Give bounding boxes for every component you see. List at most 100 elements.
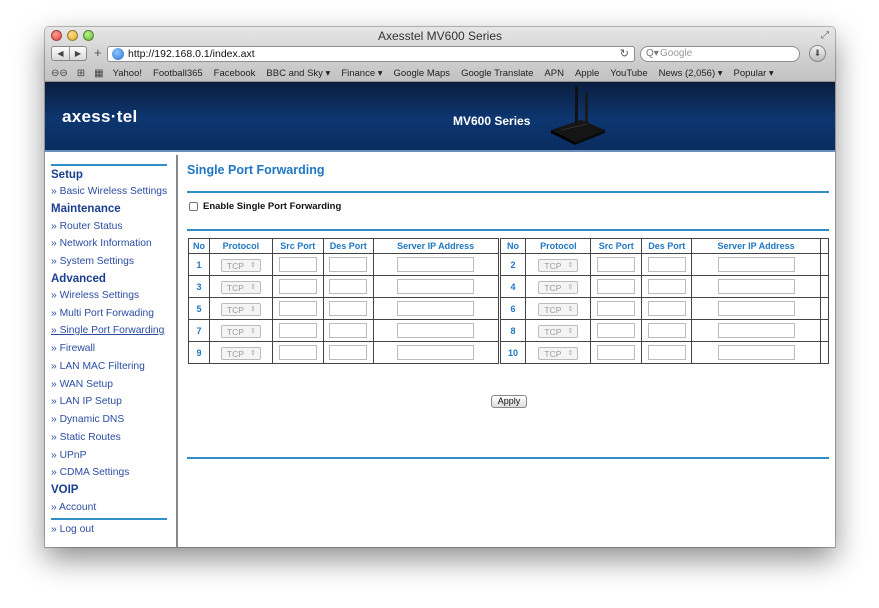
sidebar-item-static-routes[interactable]: » Static Routes bbox=[51, 432, 121, 443]
server-ip-input[interactable] bbox=[717, 256, 795, 272]
src-port-input[interactable] bbox=[278, 300, 317, 316]
sidebar-item-single-port[interactable]: » Single Port Forwarding bbox=[51, 325, 164, 336]
sidebar-item-logout[interactable]: » Log out bbox=[51, 524, 94, 535]
sidebar-item-wan-setup[interactable]: » WAN Setup bbox=[51, 379, 113, 390]
server-ip-input[interactable] bbox=[717, 278, 795, 294]
src-port-input[interactable] bbox=[597, 322, 636, 338]
bookmark-item[interactable]: BBC and Sky ▾ bbox=[266, 68, 330, 79]
des-port-input[interactable] bbox=[329, 300, 368, 316]
top-sites-grid-icon[interactable]: ▦ bbox=[94, 68, 103, 79]
src-port-input[interactable] bbox=[278, 344, 317, 360]
protocol-cell: TCP ⇕ bbox=[525, 253, 592, 276]
rule-number: 3 bbox=[188, 275, 210, 298]
protocol-select[interactable]: TCP ⇕ bbox=[538, 346, 579, 360]
protocol-value: TCP bbox=[226, 304, 244, 315]
back-icon[interactable]: ◀ bbox=[52, 47, 69, 60]
table-row: 7 TCP ⇕ 8 TCP ⇕ bbox=[188, 319, 830, 342]
protocol-select[interactable]: TCP ⇕ bbox=[538, 302, 579, 316]
sidebar-item-upnp[interactable]: » UPnP bbox=[51, 450, 87, 461]
src-port-input[interactable] bbox=[278, 322, 317, 338]
bookmark-item[interactable]: Popular ▾ bbox=[734, 68, 774, 79]
sidebar-item-wireless-settings[interactable]: » Wireless Settings bbox=[51, 290, 139, 301]
ip-cell bbox=[691, 275, 821, 298]
des-port-input[interactable] bbox=[329, 322, 368, 338]
address-bar[interactable]: http://192.168.0.1/index.axt ↻ bbox=[107, 46, 635, 62]
sidebar-item-account[interactable]: » Account bbox=[51, 502, 96, 513]
protocol-select[interactable]: TCP ⇕ bbox=[220, 280, 261, 294]
bookmark-item[interactable]: News (2,056) ▾ bbox=[659, 68, 723, 79]
bookmark-item[interactable]: APN bbox=[544, 68, 564, 79]
des-port-input[interactable] bbox=[647, 256, 686, 272]
sidebar-item-lan-ip[interactable]: » LAN IP Setup bbox=[51, 396, 122, 407]
sidebar-item-system-settings[interactable]: » System Settings bbox=[51, 256, 134, 267]
protocol-select[interactable]: TCP ⇕ bbox=[538, 324, 579, 338]
sidebar-item-multi-port[interactable]: » Multi Port Forwading bbox=[51, 308, 154, 319]
src-port-input[interactable] bbox=[597, 278, 636, 294]
sidebar-item-lan-mac[interactable]: » LAN MAC Filtering bbox=[51, 361, 145, 372]
ip-cell bbox=[372, 319, 500, 342]
bookmark-item[interactable]: Yahoo! bbox=[113, 68, 142, 79]
server-ip-input[interactable] bbox=[717, 344, 795, 360]
bookmark-item[interactable]: Google Translate bbox=[461, 68, 533, 79]
bookmark-item[interactable]: YouTube bbox=[610, 68, 647, 79]
sidebar-item-network-info[interactable]: » Network Information bbox=[51, 238, 152, 249]
des-port-input[interactable] bbox=[647, 322, 686, 338]
web-page: axess·tel MV600 Series Setup » Basic Wir… bbox=[45, 82, 835, 547]
des-port-input[interactable] bbox=[329, 278, 368, 294]
reload-icon[interactable]: ↻ bbox=[620, 47, 629, 60]
bookmark-item[interactable]: Apple bbox=[575, 68, 599, 79]
src-port-input[interactable] bbox=[597, 300, 636, 316]
src-port-input[interactable] bbox=[278, 256, 317, 272]
port-cell bbox=[271, 253, 324, 276]
des-port-input[interactable] bbox=[329, 344, 368, 360]
search-field[interactable]: Q▾ Google bbox=[640, 46, 800, 62]
col-header-src-port: Src Port bbox=[590, 238, 643, 254]
src-port-input[interactable] bbox=[597, 256, 636, 272]
router-image-icon bbox=[551, 86, 605, 145]
forward-icon[interactable]: ▶ bbox=[69, 47, 86, 60]
sidebar-item-basic-wireless[interactable]: » Basic Wireless Settings bbox=[51, 186, 167, 197]
server-ip-input[interactable] bbox=[717, 322, 795, 338]
des-port-input[interactable] bbox=[647, 300, 686, 316]
port-cell bbox=[271, 319, 324, 342]
bookmark-item[interactable]: Football365 bbox=[153, 68, 203, 79]
src-port-input[interactable] bbox=[597, 344, 636, 360]
sidebar-item-cdma[interactable]: » CDMA Settings bbox=[51, 467, 129, 478]
des-port-input[interactable] bbox=[647, 278, 686, 294]
protocol-select[interactable]: TCP ⇕ bbox=[220, 258, 261, 272]
bookmark-item[interactable]: Google Maps bbox=[394, 68, 451, 79]
bookmarks-book-icon[interactable]: ⊞ bbox=[77, 68, 85, 79]
port-forwarding-table: No Protocol Src Port Des Port Server IP … bbox=[188, 238, 830, 364]
src-port-input[interactable] bbox=[278, 278, 317, 294]
server-ip-input[interactable] bbox=[397, 300, 475, 316]
downloads-icon[interactable]: ⬇ bbox=[809, 45, 826, 62]
port-cell bbox=[271, 297, 324, 320]
protocol-value: TCP bbox=[226, 326, 244, 337]
server-ip-input[interactable] bbox=[397, 278, 475, 294]
protocol-select[interactable]: TCP ⇕ bbox=[538, 280, 579, 294]
reading-list-icon[interactable]: ⊖⊖ bbox=[51, 68, 68, 79]
sidebar-item-router-status[interactable]: » Router Status bbox=[51, 221, 123, 232]
server-ip-input[interactable] bbox=[397, 344, 475, 360]
bookmark-item[interactable]: Finance ▾ bbox=[341, 68, 382, 79]
protocol-cell: TCP ⇕ bbox=[525, 319, 592, 342]
des-port-input[interactable] bbox=[647, 344, 686, 360]
protocol-select[interactable]: TCP ⇕ bbox=[538, 258, 579, 272]
server-ip-input[interactable] bbox=[397, 256, 475, 272]
protocol-select[interactable]: TCP ⇕ bbox=[220, 346, 261, 360]
sidebar-item-dynamic-dns[interactable]: » Dynamic DNS bbox=[51, 414, 124, 425]
new-tab-icon[interactable]: + bbox=[94, 45, 102, 60]
protocol-select[interactable]: TCP ⇕ bbox=[220, 302, 261, 316]
fullscreen-icon[interactable]: ⤢ bbox=[821, 30, 829, 41]
server-ip-input[interactable] bbox=[397, 322, 475, 338]
enable-single-port-checkbox[interactable] bbox=[189, 202, 198, 211]
col-header-no: No bbox=[497, 238, 527, 254]
des-port-input[interactable] bbox=[329, 256, 368, 272]
rule-number: 5 bbox=[188, 297, 210, 320]
server-ip-input[interactable] bbox=[717, 300, 795, 316]
apply-button[interactable]: Apply bbox=[491, 395, 527, 408]
bookmark-item[interactable]: Facebook bbox=[214, 68, 256, 79]
sidebar-item-firewall[interactable]: » Firewall bbox=[51, 343, 95, 354]
port-cell bbox=[641, 275, 693, 298]
protocol-select[interactable]: TCP ⇕ bbox=[220, 324, 261, 338]
